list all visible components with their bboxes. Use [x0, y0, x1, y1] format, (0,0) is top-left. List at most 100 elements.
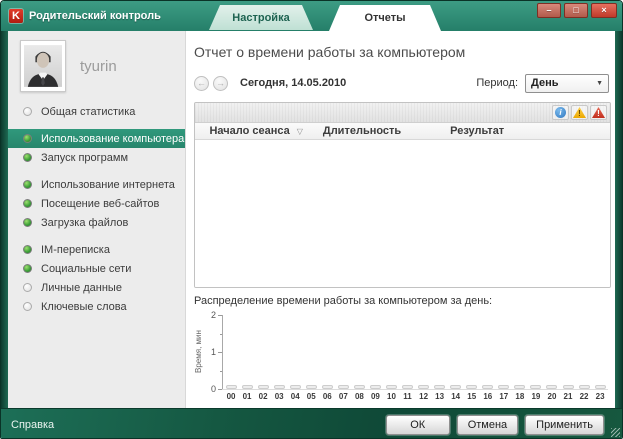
chart-x-tick-label: 08 [355, 390, 364, 403]
chart-x-tick-label: 15 [467, 390, 476, 403]
chart-x-tick-label: 02 [259, 390, 268, 403]
chart-bar-slot: 21 [560, 315, 576, 403]
period-select[interactable]: День ▼ [525, 74, 609, 93]
parental-control-window: K Родительский контроль Настройка Отчеты… [0, 0, 623, 439]
chart-zero-bar [482, 385, 493, 389]
chart-zero-bar [546, 385, 557, 389]
resize-grip[interactable] [611, 428, 620, 437]
user-block: tyurin [8, 31, 185, 94]
sidebar-item-label: Использование интернета [41, 179, 175, 191]
chart-y-tick-label: 2 [211, 310, 216, 320]
table-toolbar: i ! ! [195, 103, 610, 123]
help-link[interactable]: Справка [11, 419, 54, 431]
chart-zero-bar [434, 385, 445, 389]
sidebar: tyurin Общая статистика Использование ком… [8, 31, 186, 408]
chevron-down-icon: ▼ [596, 80, 603, 87]
sidebar-item[interactable]: Общая статистика [8, 102, 185, 121]
chart-bar-slot: 20 [544, 315, 560, 403]
chart-zero-bar [514, 385, 525, 389]
titlebar: K Родительский контроль Настройка Отчеты… [1, 1, 622, 31]
table-header: Начало сеанса ▽ Длительность Результат [195, 123, 610, 140]
chart-bar-slot: 05 [303, 315, 319, 403]
tab-settings[interactable]: Настройка [209, 5, 313, 30]
chart-zero-bar [322, 385, 333, 389]
chart-x-tick-label: 01 [243, 390, 252, 403]
minimize-button[interactable]: – [537, 3, 561, 18]
cancel-button[interactable]: Отмена [457, 415, 518, 435]
chart-zero-bar [226, 385, 237, 389]
apply-button[interactable]: Применить [525, 415, 604, 435]
chart-bar-slot: 10 [383, 315, 399, 403]
chart-bar-slot: 15 [464, 315, 480, 403]
sidebar-item[interactable]: Запуск программ [8, 148, 185, 167]
sidebar-item[interactable]: Посещение веб-сайтов [8, 194, 185, 213]
chart-zero-bar [290, 385, 301, 389]
status-on-icon [23, 218, 32, 227]
sidebar-item-label: Посещение веб-сайтов [41, 198, 159, 210]
warning-icon: ! [573, 107, 586, 118]
column-header-session-start[interactable]: Начало сеанса ▽ [195, 125, 317, 137]
chart-bar-slot: 09 [367, 315, 383, 403]
chart-zero-bar [258, 385, 269, 389]
chart-bar-slot: 12 [416, 315, 432, 403]
sidebar-item[interactable]: Использование компьютера [8, 129, 185, 148]
chart-y-axis-label: Время, мин [194, 315, 207, 389]
chart-bar-slot: 03 [271, 315, 287, 403]
chart-bar-slot: 19 [528, 315, 544, 403]
column-label: Длительность [323, 125, 401, 137]
next-date-button[interactable]: → [213, 76, 228, 91]
sidebar-item[interactable]: Загрузка файлов [8, 213, 185, 232]
chart-y-tick-label: 0 [211, 384, 216, 394]
username: tyurin [80, 58, 117, 75]
chart-bar-slot: 16 [480, 315, 496, 403]
warning-filter-button[interactable]: ! [571, 105, 588, 120]
chart-zero-bar [274, 385, 285, 389]
chart-zero-bar [354, 385, 365, 389]
ok-button[interactable]: ОК [386, 415, 450, 435]
chart-zero-bar [563, 385, 574, 389]
chart-bar-slot: 11 [400, 315, 416, 403]
status-on-icon [23, 134, 32, 143]
status-on-icon [23, 199, 32, 208]
status-off-icon [23, 302, 32, 311]
date-label: Сегодня, 14.05.2010 [240, 77, 346, 89]
chart-zero-bar [595, 385, 606, 389]
sidebar-item[interactable]: Использование интернета [8, 175, 185, 194]
sidebar-item-label: Личные данные [41, 282, 122, 294]
sidebar-item[interactable]: IM-переписка [8, 240, 185, 259]
chart-x-tick-label: 22 [580, 390, 589, 403]
chart-zero-bar [306, 385, 317, 389]
chart-x-tick-label: 03 [275, 390, 284, 403]
chart-zero-bar [498, 385, 509, 389]
maximize-button[interactable]: □ [564, 3, 588, 18]
sidebar-item[interactable]: Личные данные [8, 278, 185, 297]
critical-filter-button[interactable]: ! [590, 105, 607, 120]
window-border-left [1, 31, 8, 408]
status-off-icon [23, 283, 32, 292]
window-border-right [615, 31, 622, 408]
sidebar-item-label: Запуск программ [41, 152, 128, 164]
footer: Справка ОК Отмена Применить [1, 408, 622, 439]
column-header-result[interactable]: Результат [407, 125, 548, 137]
chart-bar-slot: 13 [432, 315, 448, 403]
sidebar-item-label: Использование компьютера [41, 133, 184, 145]
chart-bar-slot: 17 [496, 315, 512, 403]
close-button[interactable]: × [591, 3, 617, 18]
info-filter-button[interactable]: i [552, 105, 569, 120]
chart-zero-bar [579, 385, 590, 389]
usage-chart: Время, мин 012 0001020304050607080910111… [194, 315, 611, 403]
chart-x-tick-label: 13 [435, 390, 444, 403]
footer-buttons: ОК Отмена Применить [386, 415, 604, 435]
chart-zero-bar [402, 385, 413, 389]
prev-date-button[interactable]: ← [194, 76, 209, 91]
kaspersky-logo-icon: K [9, 9, 23, 23]
chart-x-tick-label: 04 [291, 390, 300, 403]
sidebar-item[interactable]: Социальные сети [8, 259, 185, 278]
tab-reports[interactable]: Отчеты [329, 5, 441, 31]
column-header-duration[interactable]: Длительность [317, 125, 406, 137]
sidebar-item[interactable]: Ключевые слова [8, 297, 185, 316]
chart-x-tick-label: 11 [403, 390, 411, 403]
chart-zero-bar [418, 385, 429, 389]
chart-x-tick-label: 16 [483, 390, 492, 403]
window-controls: – □ × [537, 3, 617, 18]
